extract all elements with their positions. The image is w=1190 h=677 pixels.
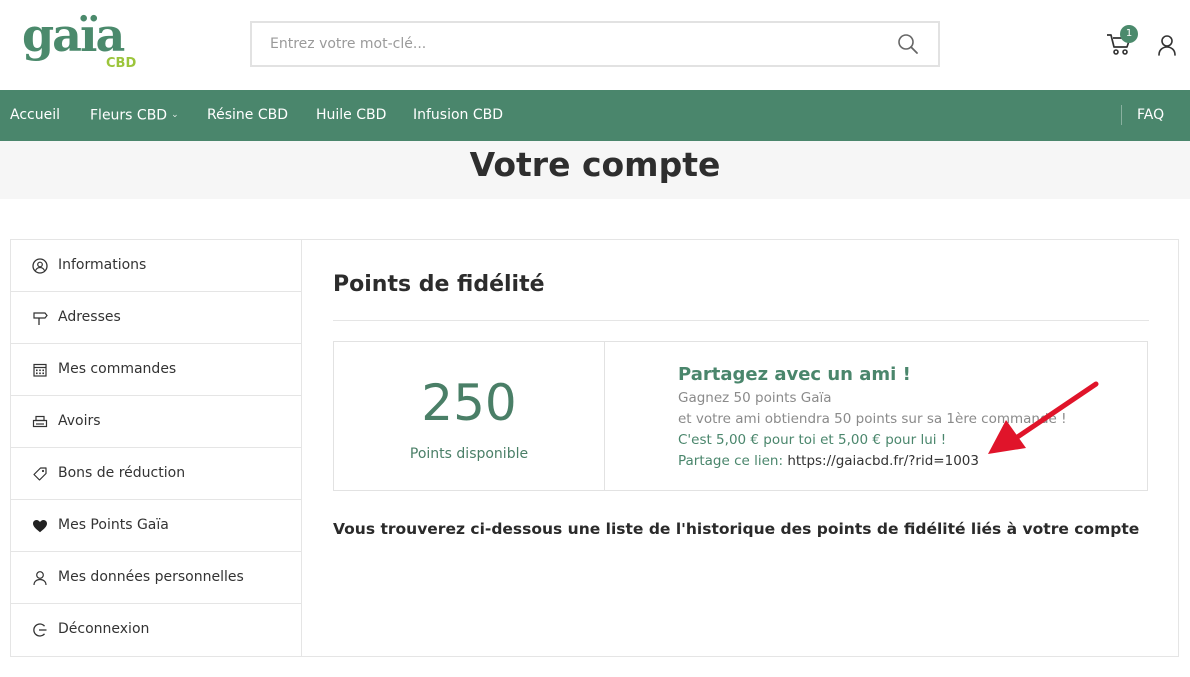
- sidebar-item-label: Mes Points Gaïa: [58, 517, 169, 533]
- loyalty-panel: Points de fidélité 250 Points disponible…: [303, 240, 1179, 656]
- section-title: Points de fidélité: [333, 272, 545, 297]
- sidebar-item-deconnexion[interactable]: Déconnexion: [11, 604, 301, 656]
- referral-line-3: C'est 5,00 € pour toi et 5,00 € pour lui…: [678, 432, 947, 448]
- nav-item-resine-cbd[interactable]: Résine CBD: [207, 90, 288, 141]
- points-value: 250: [421, 374, 517, 432]
- heart-icon: [32, 518, 48, 534]
- sidebar-item-bons-de-reduction[interactable]: Bons de réduction: [11, 448, 301, 500]
- sidebar-item-label: Avoirs: [58, 413, 101, 429]
- search-bar: [250, 21, 940, 67]
- tag-icon: [32, 466, 48, 482]
- referral-title: Partagez avec un ami !: [678, 364, 911, 385]
- referral-line-2: et votre ami obtiendra 50 points sur sa …: [678, 411, 1067, 427]
- logo-subtitle: CBD: [106, 56, 137, 71]
- referral-link[interactable]: https://gaiacbd.fr/?rid=1003: [787, 453, 979, 469]
- referral-card: Partagez avec un ami ! Gagnez 50 points …: [604, 341, 1148, 491]
- cart-count-badge: 1: [1120, 25, 1138, 43]
- history-description: Vous trouverez ci-dessous une liste de l…: [333, 520, 1140, 538]
- main-navigation: Accueil Fleurs CBD ⌄ Résine CBD Huile CBD…: [0, 90, 1190, 141]
- account-sidebar: Informations Adresses Mes commandes Avoi…: [11, 240, 302, 656]
- nav-item-accueil[interactable]: Accueil: [10, 90, 60, 141]
- account-container: Informations Adresses Mes commandes Avoi…: [10, 239, 1179, 657]
- signpost-icon: [32, 310, 48, 326]
- sidebar-item-mes-donnees-personnelles[interactable]: Mes données personnelles: [11, 552, 301, 604]
- page-title: Votre compte: [469, 145, 721, 184]
- points-card: 250 Points disponible: [333, 341, 605, 491]
- nav-divider: [1121, 105, 1122, 125]
- sidebar-item-adresses[interactable]: Adresses: [11, 292, 301, 344]
- search-input[interactable]: [252, 23, 882, 65]
- sidebar-item-mes-commandes[interactable]: Mes commandes: [11, 344, 301, 396]
- sidebar-item-label: Déconnexion: [58, 621, 150, 637]
- sidebar-item-label: Mes commandes: [58, 361, 177, 377]
- nav-item-huile-cbd[interactable]: Huile CBD: [316, 90, 386, 141]
- calendar-icon: [32, 362, 48, 378]
- nav-item-label: Fleurs CBD: [90, 107, 168, 124]
- sidebar-item-informations[interactable]: Informations: [11, 240, 301, 292]
- nav-item-faq[interactable]: FAQ: [1137, 90, 1164, 141]
- sidebar-item-label: Informations: [58, 257, 147, 273]
- brand-logo[interactable]: gaïa CBD: [22, 8, 142, 76]
- sidebar-item-label: Mes données personnelles: [58, 569, 244, 585]
- user-icon: [32, 570, 48, 586]
- printer-icon: [32, 414, 48, 430]
- divider: [333, 320, 1149, 321]
- nav-item-fleurs-cbd[interactable]: Fleurs CBD ⌄: [90, 90, 179, 141]
- sidebar-item-avoirs[interactable]: Avoirs: [11, 396, 301, 448]
- sidebar-item-label: Bons de réduction: [58, 465, 186, 481]
- nav-item-infusion-cbd[interactable]: Infusion CBD: [413, 90, 503, 141]
- logo-wordmark: gaïa: [22, 8, 125, 62]
- user-icon[interactable]: [1157, 34, 1177, 56]
- search-icon[interactable]: [896, 32, 920, 56]
- user-circle-icon: [32, 258, 48, 274]
- site-header: gaïa CBD 1: [0, 0, 1190, 90]
- referral-line-1: Gagnez 50 points Gaïa: [678, 390, 832, 406]
- referral-link-label: Partage ce lien:: [678, 453, 788, 469]
- chevron-down-icon: ⌄: [171, 110, 179, 120]
- points-label: Points disponible: [409, 446, 529, 462]
- sidebar-item-mes-points-gaia[interactable]: Mes Points Gaïa: [11, 500, 301, 552]
- sidebar-item-label: Adresses: [58, 309, 121, 325]
- referral-link-row: Partage ce lien: https://gaiacbd.fr/?rid…: [678, 451, 979, 471]
- logout-icon: [32, 622, 48, 638]
